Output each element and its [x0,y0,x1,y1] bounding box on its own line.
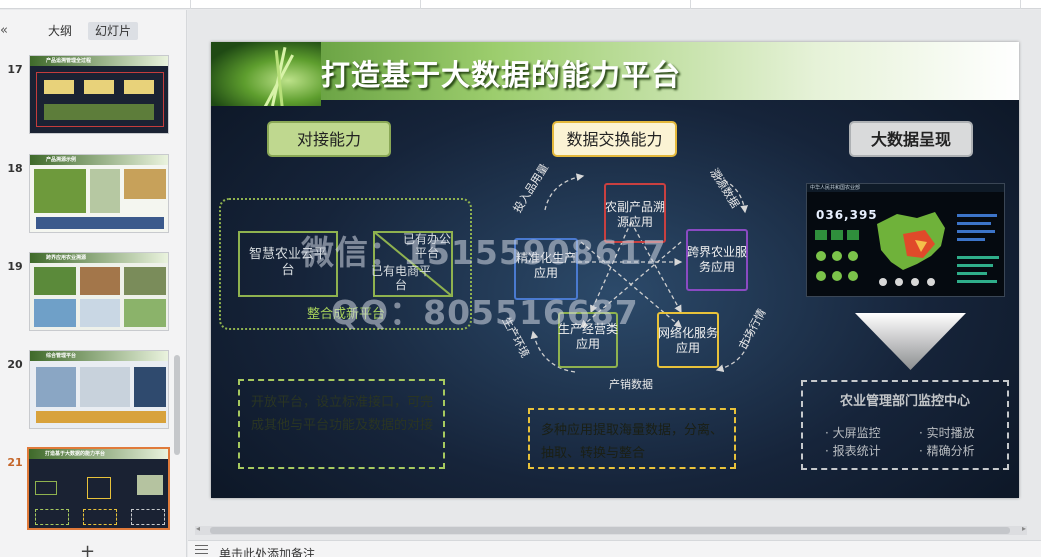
thumb-shape [80,267,120,295]
bullet-analysis: · 精确分析 [919,444,975,458]
thumb-title: 综合管理平台 [46,353,77,359]
dashboard-graphics [815,212,999,286]
top-toolbar-strip [0,0,1041,9]
thumb-shape [80,367,130,407]
bullet-report: · 报表统计 [825,444,881,458]
thumb-shape [36,367,76,407]
thumb-title: 产品追溯管理全过程 [46,58,92,64]
slide-canvas[interactable]: 打造基于大数据的能力平台 对接能力 数据交换能力 大数据呈现 智慧农业云平台 已… [211,42,1019,498]
slide-thumbnail-21[interactable]: 打造基于大数据的能力平台 [27,447,170,530]
data-extraction-text: 多种应用提取海量数据，分离、抽取、转换与整合 [541,423,724,461]
slide-thumbnail-18[interactable]: 产品溯源示例 [29,154,169,233]
dashboard-screenshot: 中华人民共和国农业部 036,395 [806,183,1005,297]
thumb-shape [137,475,163,495]
monitor-center-title: 农业管理部门监控中心 [839,394,970,409]
slide-number: 21 [7,456,23,469]
bullet-text: 实时播放 [926,426,975,440]
thumb-shape [34,267,76,295]
scrollbar-thumb[interactable] [210,527,1010,534]
thumb-shape [84,80,114,94]
slide-thumbnail-17[interactable]: 产品追溯管理全过程 [29,55,169,134]
thumb-shape [124,169,166,199]
puzzle-network-service-text: 网络化服务应用 [657,326,718,355]
collapse-panel-icon[interactable]: « [0,23,8,38]
slide-thumbnail-20[interactable]: 综合管理平台 [29,350,169,429]
thumb-shape [131,509,165,525]
add-slide-button[interactable]: + [80,541,95,557]
flow-sales-data: 产销数据 [609,378,653,391]
thumb-shape [34,299,76,327]
toolbar-divider [690,0,691,9]
slide-panel-scrollbar[interactable] [174,355,180,455]
thumb-title: 打造基于大数据的能力平台 [45,451,106,457]
slide-thumbnail-19[interactable]: 跨界应用农业溯源 [29,252,169,331]
editor-horizontal-scrollbar[interactable]: ◂ ▸ [195,524,1027,535]
thumb-shape [36,217,164,229]
slide-number: 18 [7,162,23,175]
bullet-text: 精确分析 [926,444,975,458]
thumb-shape [124,267,166,295]
bullet-live-play: · 实时播放 [919,426,975,440]
bullet-text: 报表统计 [832,444,881,458]
thumb-shape [44,80,74,94]
thumb-shape [87,477,111,499]
thumb-shape [35,509,69,525]
slide-number: 19 [7,260,23,273]
slide-panel: « 大纲 幻灯片 17 产品追溯管理全过程 18 产品溯源示例 19 跨界应用农… [0,10,187,557]
thumb-shape [124,299,166,327]
bullet-text: 大屏监控 [832,426,881,440]
notes-placeholder[interactable]: 单击此处添加备注 [219,545,315,557]
toolbar-divider [190,0,191,9]
thumb-shape [124,80,154,94]
thumb-title: 跨界应用农业溯源 [46,255,87,261]
toolbar-divider [1020,0,1021,9]
thumb-shape [35,481,57,495]
tab-outline[interactable]: 大纲 [41,22,79,40]
slide-number: 17 [7,63,23,76]
scroll-right-icon[interactable]: ▸ [1022,524,1026,533]
toolbar-divider [420,0,421,9]
puzzle-crossover-text: 跨界农业服务应用 [686,245,747,274]
watermark-qq: QQ：805516687 [331,293,639,332]
thumb-shape [90,169,120,213]
thumb-shape [44,104,154,120]
slide-number: 20 [7,358,23,371]
thumb-shape [36,411,166,423]
watermark-wechat: 微信：15155908617 [301,233,667,272]
scroll-left-icon[interactable]: ◂ [196,524,200,533]
thumb-shape [134,367,166,407]
bullet-screen-monitor: · 大屏监控 [825,426,881,440]
thumb-shape [80,299,120,327]
thumb-shape [83,509,117,525]
thumb-shape [34,169,86,213]
notes-icon [195,545,208,554]
tab-slides[interactable]: 幻灯片 [88,22,139,40]
notes-bar[interactable]: 单击此处添加备注 [188,540,1041,557]
thumb-title: 产品溯源示例 [46,157,77,163]
